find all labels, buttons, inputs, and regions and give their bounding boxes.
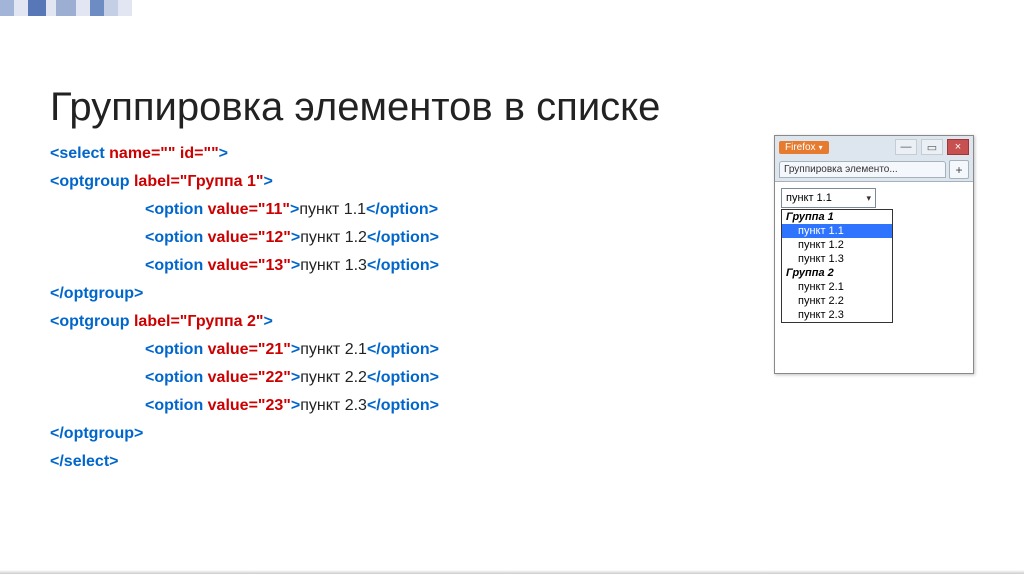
optgroup-label: Группа 1 xyxy=(782,210,892,224)
chevron-down-icon: ▾ xyxy=(819,143,823,152)
code-line: <optgroup label="Группа 1"> xyxy=(50,168,610,196)
code-line: <option value="22">пункт 2.2</option> xyxy=(50,364,610,392)
dropdown-option[interactable]: пункт 2.1 xyxy=(782,280,892,294)
code-line: <option value="11">пункт 1.1</option> xyxy=(50,196,610,224)
new-tab-button[interactable]: + xyxy=(949,160,969,179)
deco-pattern xyxy=(0,0,132,16)
browser-tab[interactable]: Группировка элементо... xyxy=(779,161,946,178)
browser-window: Firefox ▾ — ▭ × Группировка элементо... … xyxy=(774,135,974,374)
select-combobox[interactable]: пункт 1.1 ▾ xyxy=(781,188,876,208)
code-line: </select> xyxy=(50,448,610,476)
code-line: <option value="13">пункт 1.3</option> xyxy=(50,252,610,280)
dropdown-list: Группа 1 пункт 1.1 пункт 1.2 пункт 1.3 Г… xyxy=(781,209,893,323)
firefox-menu-button[interactable]: Firefox ▾ xyxy=(779,141,829,154)
code-line: <option value="21">пункт 2.1</option> xyxy=(50,336,610,364)
code-line: </optgroup> xyxy=(50,420,610,448)
dropdown-option[interactable]: пункт 2.2 xyxy=(782,294,892,308)
code-block: <select name="" id=""> <optgroup label="… xyxy=(50,140,610,476)
dropdown-option[interactable]: пункт 1.2 xyxy=(782,238,892,252)
maximize-button[interactable]: ▭ xyxy=(921,139,943,155)
dropdown-option[interactable]: пункт 1.3 xyxy=(782,252,892,266)
tabbar: Группировка элементо... + xyxy=(775,158,973,181)
minimize-button[interactable]: — xyxy=(895,139,917,155)
slide-bottom-shadow xyxy=(0,570,1024,574)
page-content: пункт 1.1 ▾ Группа 1 пункт 1.1 пункт 1.2… xyxy=(775,181,973,373)
dropdown-option[interactable]: пункт 2.3 xyxy=(782,308,892,322)
close-button[interactable]: × xyxy=(947,139,969,155)
dropdown-option[interactable]: пункт 1.1 xyxy=(782,224,892,238)
chevron-down-icon: ▾ xyxy=(866,193,871,204)
optgroup-label: Группа 2 xyxy=(782,266,892,280)
code-line: <optgroup label="Группа 2"> xyxy=(50,308,610,336)
firefox-label: Firefox xyxy=(785,142,816,153)
code-line: <option value="12">пункт 1.2</option> xyxy=(50,224,610,252)
code-line: </optgroup> xyxy=(50,280,610,308)
combobox-value: пункт 1.1 xyxy=(786,192,832,204)
code-line: <select name="" id=""> xyxy=(50,140,610,168)
titlebar: Firefox ▾ — ▭ × xyxy=(775,136,973,158)
slide-title: Группировка элементов в списке xyxy=(50,85,660,130)
code-line: <option value="23">пункт 2.3</option> xyxy=(50,392,610,420)
